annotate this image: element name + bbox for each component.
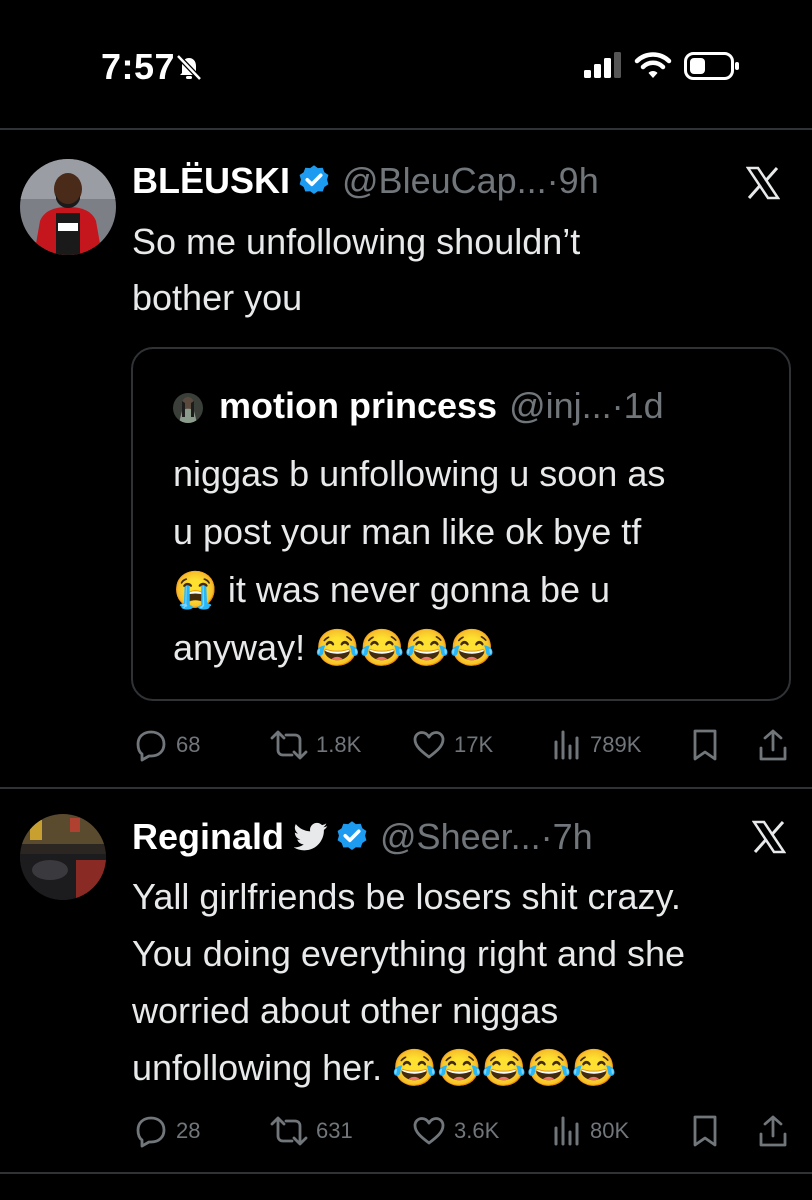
separator-dot: · [611,385,624,426]
handle[interactable]: @Sheer... [380,816,541,858]
x-logo-icon[interactable] [752,820,786,854]
display-name[interactable]: BLËUSKI [132,160,290,202]
timestamp[interactable]: 9h [559,160,599,202]
divider [0,1172,812,1174]
heart-icon [413,731,445,759]
timestamp[interactable]: 7h [553,816,593,858]
views-icon [554,1116,579,1146]
display-name[interactable]: Reginald [132,816,284,858]
reply-icon [136,1116,166,1148]
tweet-header: BLËUSKI @BleuCap... · 9h [132,160,599,202]
views-button[interactable]: 789K [552,728,641,762]
quote-display-name[interactable]: motion princess [219,385,497,427]
bookmark-icon[interactable] [690,1114,720,1148]
views-count: 789K [590,732,642,757]
like-count: 17K [454,732,494,757]
verified-badge-icon [299,165,329,195]
repost-count: 631 [316,1118,353,1143]
views-count: 80K [590,1118,630,1143]
divider [0,787,812,789]
bookmark-icon[interactable] [690,728,720,762]
reply-count: 68 [176,732,201,757]
tweet-header: Reginald @Sheer... · 7h [132,816,593,858]
like-button[interactable]: 3.6K [412,1114,499,1148]
status-time: 7:57 [101,46,176,87]
heart-icon [413,1117,445,1145]
bell-off-icon [176,54,202,81]
like-count: 3.6K [454,1118,500,1143]
divider [0,128,812,130]
like-button[interactable]: 17K [412,728,493,762]
repost-button[interactable]: 631 [270,1114,353,1148]
repost-count: 1.8K [316,732,362,757]
cellular-signal-icon [584,52,621,78]
quote-timestamp[interactable]: 1d [624,385,664,427]
battery-icon [684,52,739,80]
tweet-actions: 68 1.8K 17K 789K [134,728,794,768]
reply-icon [136,730,166,762]
repost-icon [270,730,308,760]
share-icon[interactable] [758,1114,788,1148]
quote-text: niggas b unfollowing u soon as u post yo… [173,453,666,668]
separator-dot: · [546,160,559,201]
share-icon[interactable] [758,728,788,762]
views-button[interactable]: 80K [552,1114,629,1148]
tweet-text: So me unfollowing shouldn’t bother you [132,221,581,318]
quote-header: motion princess @inj... · 1d [219,385,664,427]
status-bar: 7:57 [0,0,812,120]
separator-dot: · [540,816,553,857]
views-icon [554,730,579,760]
avatar[interactable] [20,159,116,255]
verified-badge-icon [337,821,367,851]
twitter-bird-icon [294,822,328,851]
quote-handle[interactable]: @inj... [509,385,612,427]
avatar[interactable] [20,814,106,900]
quoted-tweet[interactable]: motion princess @inj... · 1d niggas b un… [131,347,791,701]
handle[interactable]: @BleuCap... [342,160,547,202]
reply-button[interactable]: 68 [134,728,200,762]
repost-button[interactable]: 1.8K [270,728,361,762]
repost-icon [270,1116,308,1146]
reply-count: 28 [176,1118,201,1143]
quote-avatar[interactable] [173,393,203,423]
tweet-actions: 28 631 3.6K 80K [134,1114,794,1154]
tweet-text: Yall girlfriends be losers shit crazy. Y… [132,876,686,1088]
reply-button[interactable]: 28 [134,1114,200,1148]
wifi-icon [634,52,672,78]
x-logo-icon[interactable] [746,166,780,200]
